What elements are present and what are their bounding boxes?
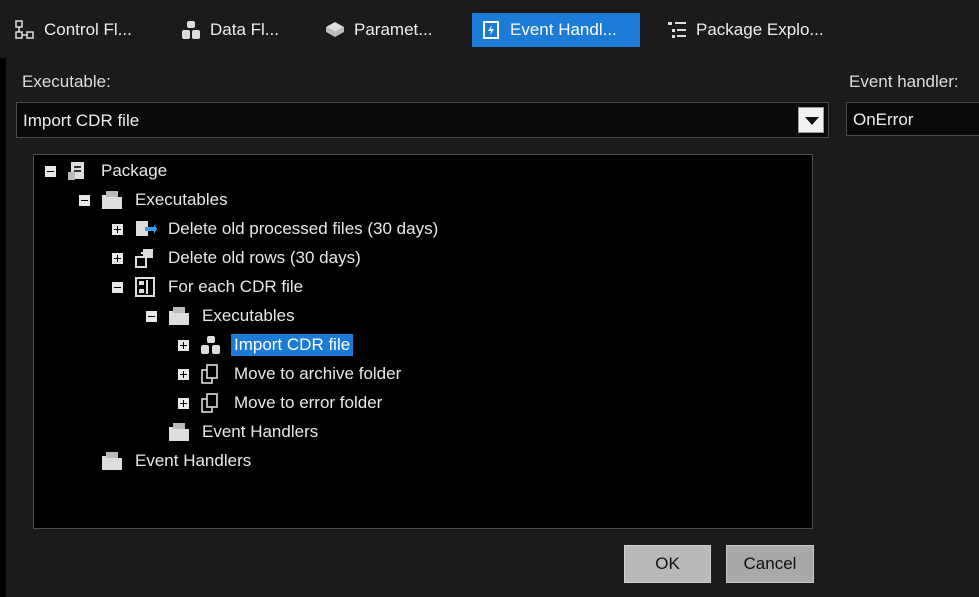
folder-icon <box>102 191 122 209</box>
foreach-loop-icon <box>135 277 155 297</box>
tree-node-label: Move to archive folder <box>234 364 402 383</box>
expand-icon[interactable] <box>112 223 123 235</box>
event-handlers-icon <box>483 21 499 39</box>
tree-node-label: Delete old processed files (30 days) <box>168 219 439 238</box>
tree-node-executables[interactable]: Executables <box>79 188 231 212</box>
tree-spacer <box>146 427 157 438</box>
tab-label: Event Handl... <box>510 20 617 39</box>
tree-node-move-to-error-folder[interactable]: Move to error folder <box>178 391 385 415</box>
folder-icon <box>169 423 189 441</box>
expand-icon[interactable] <box>178 368 189 380</box>
event-handler-dropdown[interactable]: OnError <box>846 102 979 136</box>
expand-icon[interactable] <box>178 397 189 409</box>
tree-node-label: Package <box>101 161 168 180</box>
tab-data-flow[interactable]: Data Fl... <box>172 13 287 47</box>
tree-node-label: Executables <box>202 306 295 325</box>
tree-node-event-handlers[interactable]: Event Handlers <box>79 449 254 473</box>
tree-spacer <box>79 456 90 467</box>
tab-package-explorer[interactable]: Package Explo... <box>658 13 832 47</box>
expand-icon[interactable] <box>178 339 189 351</box>
tree-node-label: Event Handlers <box>202 422 319 441</box>
tree-node-package[interactable]: Package <box>45 159 170 183</box>
ok-button[interactable]: OK <box>624 545 711 583</box>
tree-node-move-to-archive-folder[interactable]: Move to archive folder <box>178 362 404 386</box>
executable-label: Executable: <box>22 72 111 91</box>
tree-node-label: Delete old rows (30 days) <box>168 248 361 267</box>
executable-tree[interactable]: Package Executables Delete old processed… <box>33 154 813 529</box>
tree-node-import-cdr-file[interactable]: Import CDR file <box>178 333 354 357</box>
tab-label: Data Fl... <box>210 20 279 39</box>
expand-icon[interactable] <box>112 252 123 264</box>
tree-node-label: Executables <box>135 190 228 209</box>
executable-value: Import CDR file <box>23 111 140 130</box>
folder-icon <box>169 307 189 325</box>
event-handler-panel <box>838 58 979 597</box>
parameters-icon <box>326 22 344 37</box>
collapse-icon[interactable] <box>146 310 157 322</box>
event-handler-value: OnError <box>853 110 914 129</box>
sql-task-icon <box>135 249 153 268</box>
data-flow-task-icon <box>201 336 220 354</box>
tab-parameters[interactable]: Paramet... <box>316 13 440 47</box>
package-icon <box>68 162 84 180</box>
tree-node-event-handlers-nested[interactable]: Event Handlers <box>146 420 321 444</box>
file-copy-icon <box>201 364 218 384</box>
file-copy-icon <box>201 393 218 413</box>
tab-label: Control Fl... <box>44 20 132 39</box>
tree-node-label: Move to error folder <box>234 393 383 412</box>
control-flow-icon <box>15 20 34 39</box>
tree-node-label: Import CDR file <box>231 334 354 356</box>
file-system-task-icon <box>136 221 157 236</box>
package-explorer-icon <box>668 22 686 38</box>
tree-node-label: For each CDR file <box>168 277 304 296</box>
event-handler-label: Event handler: <box>849 72 959 91</box>
executable-dropdown[interactable]: Import CDR file <box>16 102 829 138</box>
folder-icon <box>102 452 122 470</box>
collapse-icon[interactable] <box>79 194 90 206</box>
tree-node-for-each-cdr-file[interactable]: For each CDR file <box>112 275 306 299</box>
data-flow-icon <box>182 21 200 39</box>
tab-event-handlers[interactable]: Event Handl... <box>472 13 640 47</box>
tab-bar: Control Fl... Data Fl... Paramet... Even… <box>0 0 979 58</box>
tree-node-delete-old-processed-files[interactable]: Delete old processed files (30 days) <box>112 217 441 241</box>
tree-node-executables-nested[interactable]: Executables <box>146 304 298 328</box>
tab-label: Package Explo... <box>696 20 824 39</box>
collapse-icon[interactable] <box>112 281 123 293</box>
tab-control-flow[interactable]: Control Fl... <box>6 13 140 47</box>
tree-node-delete-old-rows[interactable]: Delete old rows (30 days) <box>112 246 364 270</box>
chevron-down-icon[interactable] <box>798 107 824 133</box>
tab-label: Paramet... <box>354 20 433 39</box>
collapse-icon[interactable] <box>45 165 56 177</box>
tree-node-label: Event Handlers <box>135 451 252 470</box>
cancel-button[interactable]: Cancel <box>726 545 814 583</box>
